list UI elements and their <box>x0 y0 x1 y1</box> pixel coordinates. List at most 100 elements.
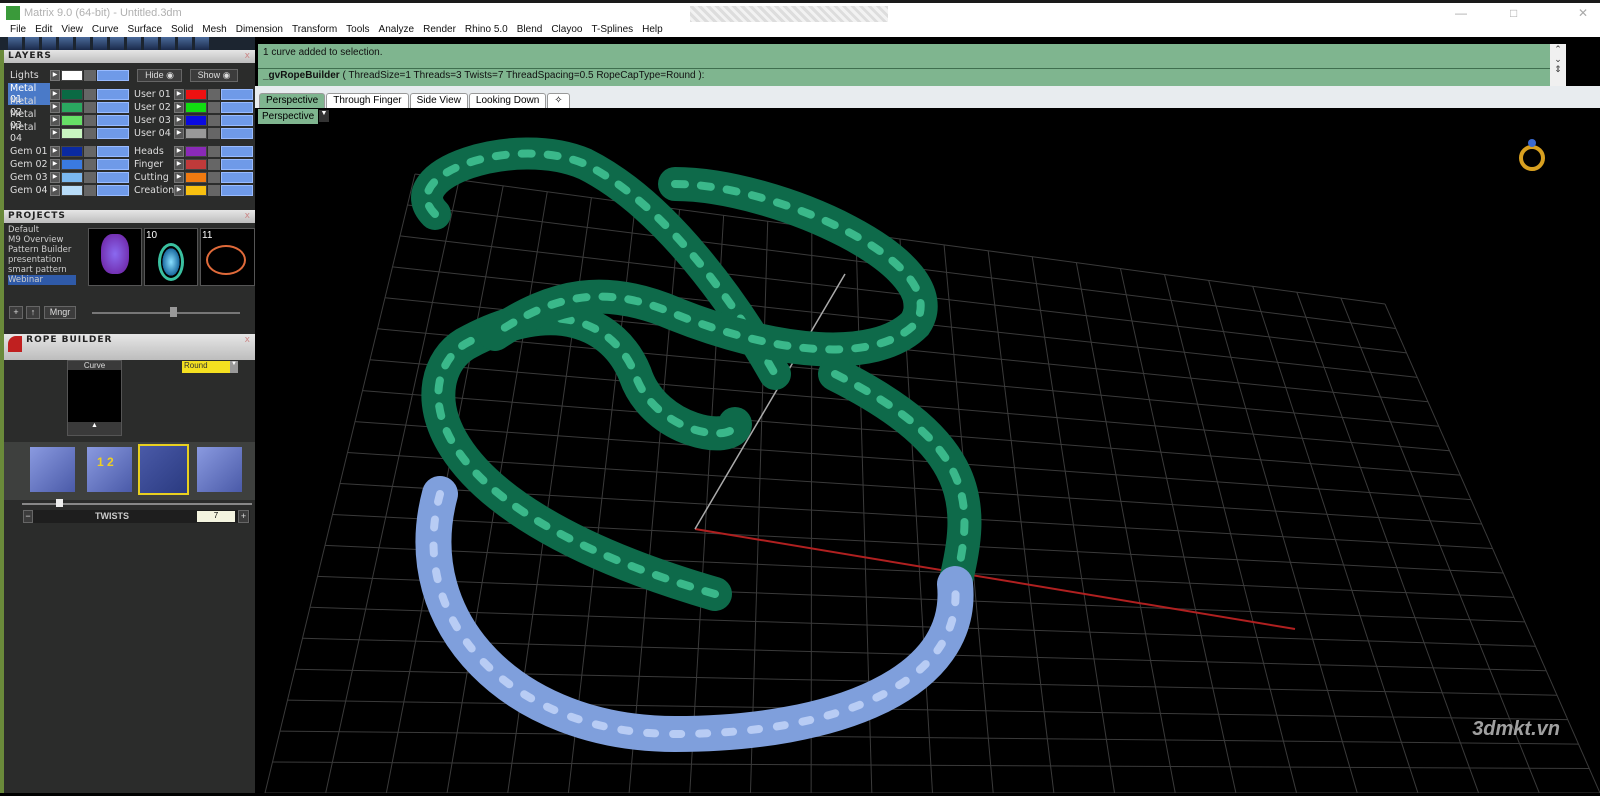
layer-color-swatch[interactable] <box>185 127 207 139</box>
twists-increment-button[interactable]: + <box>238 510 249 523</box>
expand-icon[interactable]: ▶ <box>174 88 184 100</box>
lock-icon[interactable] <box>208 127 220 139</box>
layer-color-swatch[interactable] <box>61 145 83 157</box>
project-item[interactable]: Webinar <box>8 275 76 285</box>
visibility-toggle[interactable] <box>221 127 253 139</box>
layer-row[interactable]: Finger ▶ <box>132 158 253 170</box>
layer-row[interactable]: Gem 03 ▶ <box>8 171 129 183</box>
menu-edit[interactable]: Edit <box>35 24 52 35</box>
expand-icon[interactable]: ▶ <box>50 171 60 183</box>
layer-color-swatch[interactable] <box>185 184 207 196</box>
project-item[interactable]: M9 Overview <box>8 235 76 245</box>
expand-icon[interactable]: ▶ <box>174 114 184 126</box>
layer-row[interactable]: Metal 04 ▶ <box>8 122 129 144</box>
lock-icon[interactable] <box>84 158 96 170</box>
layer-color-swatch[interactable] <box>185 171 207 183</box>
menu-analyze[interactable]: Analyze <box>379 24 415 35</box>
layer-name[interactable]: User 04 <box>132 128 174 139</box>
visibility-toggle[interactable] <box>221 114 253 126</box>
expand-icon[interactable]: ▶ <box>50 88 60 100</box>
threads-mode-icon[interactable]: 1 2 <box>87 447 132 492</box>
visibility-toggle[interactable] <box>97 101 129 113</box>
project-item[interactable]: Default <box>8 225 76 235</box>
rope-builder-close-button[interactable]: x <box>245 334 251 347</box>
toolbar-icon[interactable] <box>76 37 90 50</box>
visibility-toggle[interactable] <box>97 145 129 157</box>
layer-row[interactable]: Heads ▶ <box>132 145 253 157</box>
lock-icon[interactable] <box>208 101 220 113</box>
layer-color-swatch[interactable] <box>61 171 83 183</box>
toolbar-icon[interactable] <box>59 37 73 50</box>
viewport-menu-chevron-icon[interactable]: ▼ <box>319 110 329 122</box>
visibility-toggle[interactable] <box>97 88 129 100</box>
manager-button[interactable]: Mngr <box>44 306 76 319</box>
layer-row[interactable]: Gem 01 ▶ <box>8 145 129 157</box>
layer-name[interactable]: Creation <box>132 185 174 196</box>
show-button[interactable]: Show ◉ <box>190 69 238 82</box>
expand-icon[interactable]: ▶ <box>174 127 184 139</box>
minimize-button[interactable]: — <box>1455 6 1467 20</box>
lock-icon[interactable] <box>84 171 96 183</box>
menu-help[interactable]: Help <box>642 24 663 35</box>
visibility-toggle[interactable] <box>97 184 129 196</box>
layer-name[interactable]: Cutting <box>132 172 174 183</box>
expand-icon[interactable]: ▶ <box>174 184 184 196</box>
twists-decrement-button[interactable]: − <box>23 510 33 523</box>
expand-icon[interactable]: ▶ <box>50 69 60 81</box>
layer-color-swatch[interactable] <box>185 88 207 100</box>
menu-view[interactable]: View <box>61 24 83 35</box>
tab-perspective[interactable]: Perspective <box>259 93 326 108</box>
command-options[interactable]: ( ThreadSize=1 Threads=3 Twists=7 Thread… <box>342 70 704 81</box>
layer-name[interactable]: User 02 <box>132 102 174 113</box>
cap-mode-icon[interactable] <box>197 447 242 492</box>
menu-solid[interactable]: Solid <box>171 24 193 35</box>
projects-scroll-slider[interactable] <box>92 312 240 314</box>
visibility-toggle[interactable] <box>221 88 253 100</box>
layer-name[interactable]: Gem 04 <box>8 185 50 196</box>
layer-color-swatch[interactable] <box>185 114 207 126</box>
command-scrollbar[interactable]: ⌃ ⌄ ⇕ <box>1550 44 1566 86</box>
menu-curve[interactable]: Curve <box>92 24 119 35</box>
lock-icon[interactable] <box>208 171 220 183</box>
visibility-toggle[interactable] <box>97 127 129 139</box>
tab-add[interactable]: ✧ <box>547 93 570 108</box>
slider-handle[interactable] <box>170 307 177 317</box>
layer-name[interactable]: Gem 02 <box>8 159 50 170</box>
expand-icon[interactable]: ▶ <box>50 101 60 113</box>
layer-row[interactable]: Gem 02 ▶ <box>8 158 129 170</box>
project-list[interactable]: Default M9 Overview Pattern Builder present… <box>8 225 76 295</box>
layer-color-swatch[interactable] <box>185 145 207 157</box>
lock-icon[interactable] <box>208 88 220 100</box>
layer-row[interactable]: User 01 ▶ <box>132 88 253 100</box>
menu-tools[interactable]: Tools <box>346 24 369 35</box>
expand-icon[interactable]: ▶ <box>50 158 60 170</box>
lock-icon[interactable] <box>84 114 96 126</box>
expand-icon[interactable]: ▶ <box>174 158 184 170</box>
layer-name[interactable]: Gem 03 <box>8 172 50 183</box>
visibility-toggle[interactable] <box>221 158 253 170</box>
visibility-toggle[interactable] <box>221 101 253 113</box>
twists-mode-icon[interactable] <box>138 444 189 495</box>
layer-name[interactable]: Finger <box>132 159 174 170</box>
layer-name[interactable]: Lights <box>8 70 50 81</box>
toolbar-icon[interactable] <box>178 37 192 50</box>
visibility-toggle[interactable] <box>221 184 253 196</box>
thread-size-mode-icon[interactable] <box>30 447 75 492</box>
cap-type-select[interactable]: Round ▼ <box>182 361 238 373</box>
expand-icon[interactable]: ▶ <box>50 145 60 157</box>
expand-icon[interactable]: ▶ <box>50 184 60 196</box>
expand-icon[interactable]: ▶ <box>50 114 60 126</box>
twists-slider-handle[interactable] <box>56 499 63 507</box>
layer-color-swatch[interactable] <box>61 184 83 196</box>
toolbar-icon[interactable] <box>144 37 158 50</box>
lock-icon[interactable] <box>84 88 96 100</box>
lock-icon[interactable] <box>84 127 96 139</box>
expand-icon[interactable]: ▶ <box>174 101 184 113</box>
project-item[interactable]: presentation <box>8 255 76 265</box>
lock-icon[interactable] <box>208 184 220 196</box>
expand-icon[interactable]: ▶ <box>50 127 60 139</box>
layer-color-swatch[interactable] <box>61 88 83 100</box>
lock-icon[interactable] <box>84 69 96 81</box>
menu-surface[interactable]: Surface <box>128 24 162 35</box>
toolbar-icon[interactable] <box>8 37 22 50</box>
